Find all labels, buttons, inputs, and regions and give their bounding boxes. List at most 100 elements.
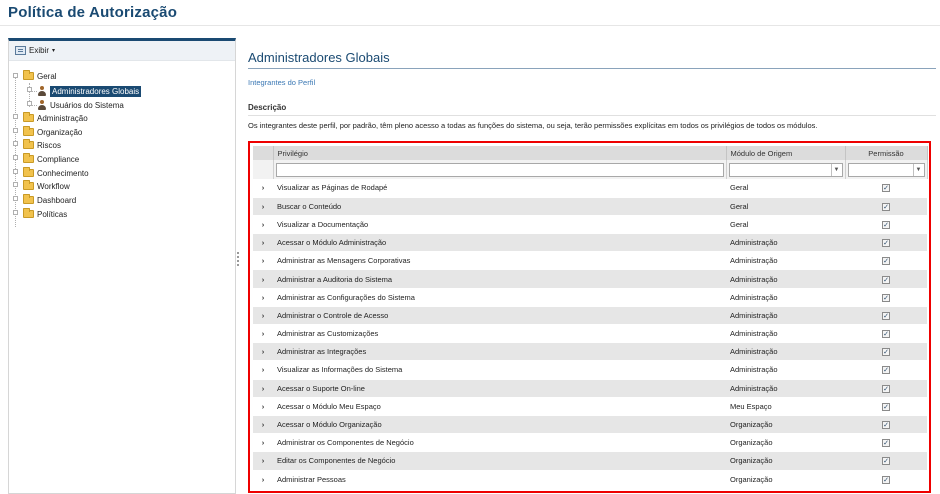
row-expand-icon[interactable]: › xyxy=(253,379,273,398)
table-row[interactable]: › Administrar as Integrações Administração… xyxy=(253,342,927,362)
module-cell: Administração xyxy=(726,360,845,380)
module-cell: Administração xyxy=(726,306,845,326)
tree-node-label: Geral xyxy=(37,71,57,81)
permission-checkbox[interactable]: ✓ xyxy=(882,239,890,248)
table-row[interactable]: › Editar os Componentes de Negócio Organiz… xyxy=(253,451,927,471)
user-group-icon xyxy=(37,100,47,110)
privilege-cell: Visualizar a Documentação xyxy=(273,215,726,235)
column-header-permission[interactable]: Permissão xyxy=(845,146,928,160)
tree-expander[interactable] xyxy=(13,128,18,133)
permission-checkbox[interactable]: ✓ xyxy=(882,202,890,211)
panel-splitter-handle[interactable] xyxy=(237,250,240,270)
tree-node-dashboard[interactable]: Dashboard xyxy=(23,194,76,206)
tree-expander[interactable] xyxy=(13,155,18,160)
row-expand-icon[interactable]: › xyxy=(253,288,273,307)
permission-checkbox[interactable]: ✓ xyxy=(882,366,890,375)
tree-expander[interactable] xyxy=(27,87,32,92)
table-row[interactable]: › Acessar o Módulo Administração Administr… xyxy=(253,233,927,253)
privilege-cell: Administrar as Mensagens Corporativas xyxy=(273,251,726,271)
table-row[interactable]: › Visualizar as Páginas de Rodapé Geral ✓ xyxy=(253,179,927,198)
row-expand-icon[interactable]: › xyxy=(253,251,273,271)
permission-filter-select[interactable]: ▼ xyxy=(847,162,925,177)
permission-checkbox[interactable]: ✓ xyxy=(882,439,890,448)
table-row[interactable]: › Administrar as Customizações Administraç… xyxy=(253,324,927,344)
tree-node-administracao[interactable]: Administração xyxy=(23,112,88,124)
permission-checkbox[interactable]: ✓ xyxy=(882,457,890,466)
table-row[interactable]: › Administrar os Componentes de Negócio Or… xyxy=(253,433,927,453)
tree-expander[interactable] xyxy=(27,101,32,106)
privilege-cell: Administrar as Integrações xyxy=(273,342,726,362)
tree-node-administradores-globais[interactable]: Administradores Globais xyxy=(37,85,142,97)
permission-checkbox[interactable]: ✓ xyxy=(882,257,890,266)
tree-expander[interactable] xyxy=(13,114,18,119)
permission-checkbox[interactable]: ✓ xyxy=(882,293,890,302)
table-row[interactable]: › Visualizar a Documentação Geral ✓ xyxy=(253,215,927,235)
permission-checkbox[interactable]: ✓ xyxy=(882,384,890,393)
table-row[interactable]: › Administrar as Configurações do Sistema… xyxy=(253,288,927,307)
row-expand-icon[interactable]: › xyxy=(253,306,273,326)
table-row[interactable]: › Acessar o Módulo Meu Espaço Meu Espaço ✓ xyxy=(253,397,927,416)
row-expand-icon[interactable]: › xyxy=(253,415,273,435)
tree-expander[interactable] xyxy=(13,73,18,78)
permission-cell: ✓ xyxy=(845,397,927,416)
expand-column-header xyxy=(253,146,274,160)
row-expand-icon[interactable]: › xyxy=(253,451,273,471)
permission-checkbox[interactable]: ✓ xyxy=(882,275,890,284)
table-row[interactable]: › Acessar o Módulo Organização Organização… xyxy=(253,415,927,435)
tree-node-organizacao[interactable]: Organização xyxy=(23,126,82,138)
profile-members-link[interactable]: Integrantes do Perfil xyxy=(248,78,936,87)
table-row[interactable]: › Administrar as Mensagens Corporativas Ad… xyxy=(253,251,927,271)
row-expand-icon[interactable]: › xyxy=(253,324,273,344)
tree-node-compliance[interactable]: Compliance xyxy=(23,153,79,165)
table-row[interactable]: › Administrar Pessoas Organização ✓ xyxy=(253,470,927,489)
table-row[interactable]: › Buscar o Conteúdo Geral ✓ xyxy=(253,197,927,216)
permission-checkbox[interactable]: ✓ xyxy=(882,330,890,339)
permission-checkbox[interactable]: ✓ xyxy=(882,402,890,411)
tree-node-usuarios-do-sistema[interactable]: Usuários do Sistema xyxy=(37,99,124,111)
row-expand-icon[interactable]: › xyxy=(253,470,273,489)
tree-node-label: Conhecimento xyxy=(37,168,89,178)
row-expand-icon[interactable]: › xyxy=(253,233,273,253)
tree-expander[interactable] xyxy=(13,141,18,146)
row-expand-icon[interactable]: › xyxy=(253,179,273,198)
permission-checkbox[interactable]: ✓ xyxy=(882,421,890,430)
row-expand-icon[interactable]: › xyxy=(253,197,273,216)
permission-cell: ✓ xyxy=(845,197,927,216)
user-group-icon xyxy=(37,86,47,96)
privilege-filter-input[interactable] xyxy=(275,162,724,177)
column-header-module[interactable]: Módulo de Origem xyxy=(726,146,846,160)
table-row[interactable]: › Visualizar as Informações do Sistema Adm… xyxy=(253,360,927,380)
folder-icon xyxy=(23,153,34,163)
table-row[interactable]: › Administrar o Controle de Acesso Adminis… xyxy=(253,306,927,326)
row-expand-icon[interactable]: › xyxy=(253,269,273,289)
tree-node-riscos[interactable]: Riscos xyxy=(23,139,61,151)
row-expand-icon[interactable]: › xyxy=(253,397,273,416)
folder-icon xyxy=(23,167,34,177)
tree-node-label: Compliance xyxy=(37,154,80,164)
tree-expander[interactable] xyxy=(13,210,18,215)
description-heading: Descrição xyxy=(248,103,936,116)
row-expand-icon[interactable]: › xyxy=(253,360,273,380)
permission-checkbox[interactable]: ✓ xyxy=(882,184,890,193)
permission-checkbox[interactable]: ✓ xyxy=(882,475,890,484)
tree-expander[interactable] xyxy=(13,182,18,187)
tree-node-conhecimento[interactable]: Conhecimento xyxy=(23,167,89,179)
view-menu-button[interactable]: Exibir ▾ xyxy=(15,46,55,55)
table-row[interactable]: › Administrar a Auditoria do Sistema Admin… xyxy=(253,269,927,289)
tree-node-workflow[interactable]: Workflow xyxy=(23,180,70,192)
tree-node-geral[interactable]: Geral xyxy=(23,70,57,82)
permission-checkbox[interactable]: ✓ xyxy=(882,311,890,320)
tree-node-label: Workflow xyxy=(37,181,70,191)
permission-checkbox[interactable]: ✓ xyxy=(882,220,890,229)
module-filter-select[interactable]: ▼ xyxy=(728,162,843,177)
column-header-privilege[interactable]: Privilégio xyxy=(273,146,727,160)
table-row[interactable]: › Acessar o Suporte On-line Administração ✓ xyxy=(253,379,927,398)
row-expand-icon[interactable]: › xyxy=(253,433,273,453)
row-expand-icon[interactable]: › xyxy=(253,215,273,235)
tree-expander[interactable] xyxy=(13,169,18,174)
row-expand-icon[interactable]: › xyxy=(253,342,273,362)
permission-checkbox[interactable]: ✓ xyxy=(882,348,890,357)
privilege-cell: Buscar o Conteúdo xyxy=(273,197,726,216)
tree-node-politicas[interactable]: Políticas xyxy=(23,208,67,220)
tree-expander[interactable] xyxy=(13,196,18,201)
